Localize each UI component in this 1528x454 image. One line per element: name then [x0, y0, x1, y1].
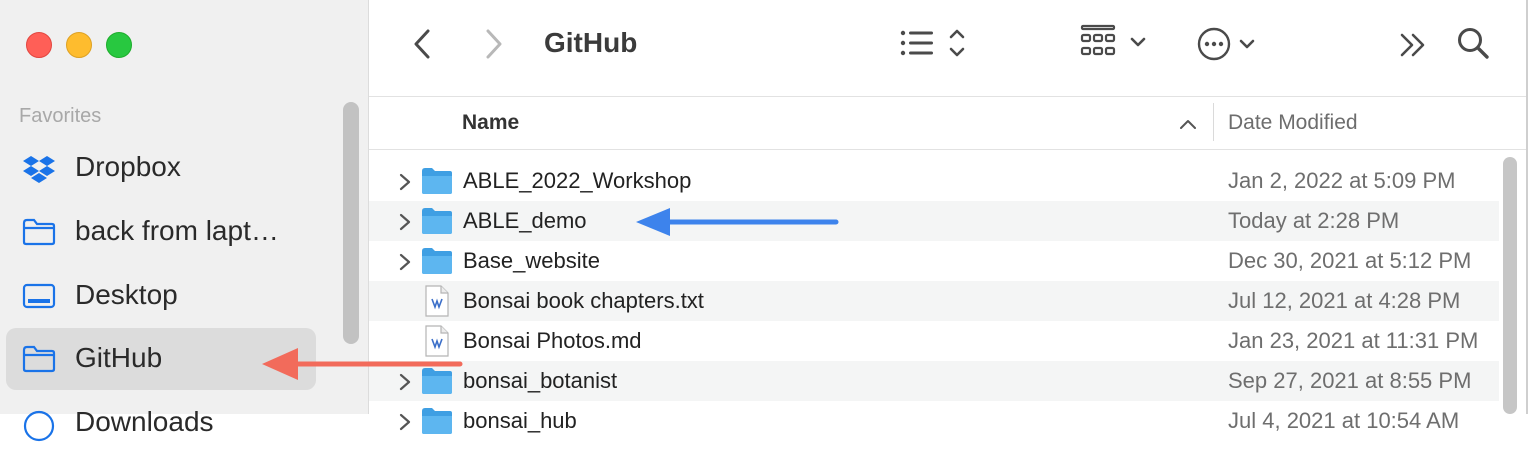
sidebar-item-label: GitHub	[75, 342, 163, 373]
minimize-window-button[interactable]	[66, 32, 92, 58]
file-date-modified: Jan 23, 2021 at 11:31 PM	[1228, 328, 1479, 353]
folder-icon	[421, 207, 453, 240]
file-row[interactable]: Bonsai book chapters.txt Jul 12, 2021 at…	[369, 281, 1499, 321]
folder-icon	[421, 167, 453, 200]
list-view-icon	[900, 29, 965, 57]
chevron-double-right-icon	[1400, 33, 1425, 57]
search-icon	[1458, 28, 1489, 59]
window-title: GitHub	[544, 27, 638, 58]
file-name: ABLE_2022_Workshop	[463, 168, 692, 193]
group-button[interactable]	[1080, 24, 1150, 67]
ellipsis-circle-icon	[1197, 27, 1255, 61]
file-name: Bonsai Photos.md	[463, 328, 642, 353]
file-row[interactable]: Base_website Dec 30, 2021 at 5:12 PM	[369, 241, 1499, 281]
more-actions-button[interactable]	[1197, 26, 1257, 67]
column-divider[interactable]	[1213, 103, 1214, 141]
grid-icon	[1080, 24, 1146, 56]
toolbar-overflow-button[interactable]	[1399, 32, 1427, 63]
file-name: Bonsai book chapters.txt	[463, 288, 704, 313]
file-row[interactable]: Bonsai Photos.md Jan 23, 2021 at 11:31 P…	[369, 321, 1499, 361]
close-window-button[interactable]	[26, 32, 52, 58]
file-list-scrollbar[interactable]	[1503, 157, 1517, 414]
file-date-modified: Today at 2:28 PM	[1228, 208, 1400, 233]
folder-icon	[22, 345, 56, 373]
sidebar-item-downloads[interactable]: Downloads	[6, 392, 316, 454]
file-row[interactable]: ABLE_2022_Workshop Jan 2, 2022 at 5:09 P…	[369, 161, 1499, 201]
disclosure-triangle-icon[interactable]	[398, 413, 412, 436]
text-file-icon	[425, 285, 449, 322]
sidebar-item-label: back from lapt…	[75, 215, 279, 246]
toolbar: GitHub	[369, 0, 1528, 97]
sort-ascending-icon[interactable]	[1179, 117, 1197, 135]
sidebar-item-dropbox[interactable]: Dropbox	[6, 137, 316, 199]
file-row[interactable]: bonsai_hub Jul 4, 2021 at 10:54 AM	[369, 401, 1499, 441]
file-name: Base_website	[463, 248, 600, 273]
sidebar-item-desktop[interactable]: Desktop	[6, 265, 316, 327]
view-options-button[interactable]	[899, 26, 971, 67]
file-row[interactable]: ABLE_demo Today at 2:28 PM	[369, 201, 1499, 241]
file-name: bonsai_botanist	[463, 368, 618, 393]
file-date-modified: Jul 12, 2021 at 4:28 PM	[1228, 288, 1461, 313]
sidebar-item-label: Desktop	[75, 279, 178, 310]
search-button[interactable]	[1456, 26, 1490, 65]
file-date-modified: Jul 4, 2021 at 10:54 AM	[1228, 408, 1460, 433]
disclosure-triangle-icon[interactable]	[398, 253, 412, 276]
file-row[interactable]: bonsai_botanist Sep 27, 2021 at 8:55 PM	[369, 361, 1499, 401]
file-name: ABLE_demo	[463, 208, 587, 233]
dropbox-icon	[22, 154, 56, 183]
download-icon	[22, 409, 56, 442]
disclosure-triangle-icon[interactable]	[398, 213, 412, 236]
chevron-right-icon	[486, 29, 502, 59]
disclosure-triangle-icon[interactable]	[398, 173, 412, 196]
column-name-header[interactable]: Name	[462, 111, 519, 135]
sidebar-item-label: Dropbox	[75, 151, 181, 182]
file-date-modified: Jan 2, 2022 at 5:09 PM	[1228, 168, 1456, 193]
red-arrow-annotation	[262, 348, 463, 380]
column-header: Name Date Modified	[369, 97, 1528, 150]
forward-button[interactable]	[483, 28, 505, 65]
back-button[interactable]	[411, 28, 433, 65]
file-name: bonsai_hub	[463, 408, 577, 433]
chevron-left-icon	[414, 29, 430, 59]
sidebar-item-back-from-laptop[interactable]: back from lapt…	[6, 201, 316, 263]
desktop-icon	[22, 282, 56, 310]
file-date-modified: Dec 30, 2021 at 5:12 PM	[1228, 248, 1472, 273]
column-date-modified-header[interactable]: Date Modified	[1228, 111, 1358, 135]
folder-icon	[22, 218, 56, 246]
sidebar-scrollbar[interactable]	[343, 102, 359, 344]
favorites-section-title: Favorites	[19, 105, 102, 127]
sidebar-item-label: Downloads	[75, 406, 214, 437]
file-date-modified: Sep 27, 2021 at 8:55 PM	[1228, 368, 1472, 393]
folder-icon	[421, 247, 453, 280]
folder-icon	[421, 407, 453, 440]
zoom-window-button[interactable]	[106, 32, 132, 58]
blue-arrow-annotation	[636, 208, 839, 236]
